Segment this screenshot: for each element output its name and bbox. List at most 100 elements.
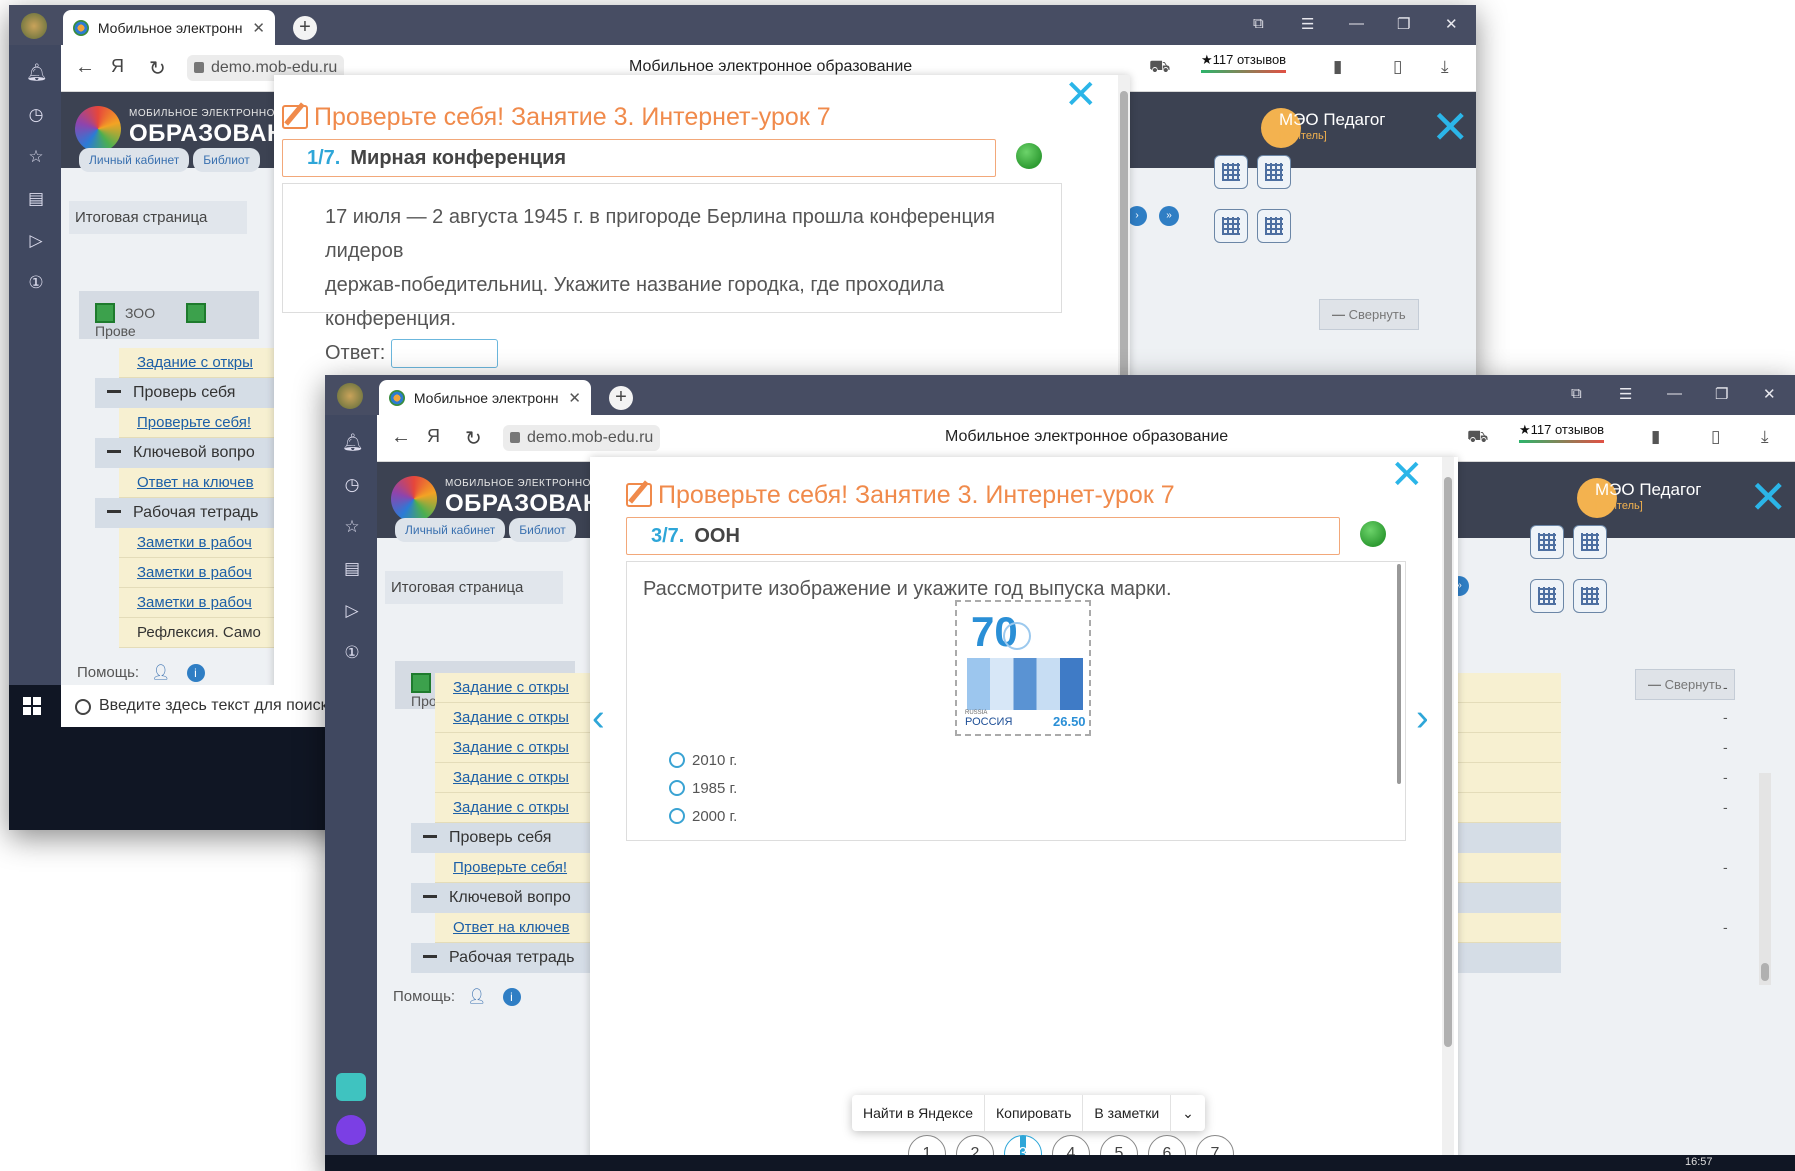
alice-icon[interactable] [336,1115,366,1145]
bookmark-icon[interactable]: ▮ [1651,427,1660,447]
radio-icon[interactable] [669,780,685,796]
next-arrow-icon[interactable]: › [1416,697,1429,740]
close-site-icon[interactable]: ✕ [1749,474,1788,520]
radio-icon[interactable] [669,808,685,824]
list-item-link[interactable]: Ответ на ключев [137,474,254,491]
history-icon[interactable]: ◷ [342,475,362,495]
collapse-button[interactable]: — Свернуть [1319,299,1419,330]
list-item-link[interactable]: Задание с откры [453,709,569,726]
person-icon[interactable]: 👤︎ [467,988,486,1005]
star-icon[interactable]: ☆ [342,517,362,537]
back-arrow-icon[interactable]: ← [391,426,411,449]
list-item-link[interactable]: Задание с откры [453,739,569,756]
play-icon[interactable]: ▷ [26,231,46,251]
collapse-minus-icon[interactable] [107,390,121,393]
download-icon[interactable]: ⤓ [1761,427,1769,447]
bell-icon[interactable]: 🔔︎ [26,63,48,83]
reviews-badge[interactable]: ★117 отзывов [1201,52,1287,73]
modal-scrollbar[interactable] [1442,457,1454,1171]
nav-dot-1[interactable]: › [1127,206,1147,226]
toolbar-button-4[interactable] [1257,209,1291,243]
close-modal-icon[interactable]: ✕ [1390,455,1424,495]
toolbar-button-3[interactable] [1530,579,1564,613]
reload-icon[interactable]: ↻ [465,426,482,451]
toolbar-button-1[interactable] [1530,525,1564,559]
new-tab-button[interactable]: + [293,16,317,40]
answer-option[interactable]: 2000 г. [669,808,737,825]
list-item-link[interactable]: Ответ на ключев [453,919,570,936]
close-tab-icon[interactable]: ✕ [252,19,265,37]
crumb-cabinet[interactable]: Личный кабинет [79,148,190,172]
collapse-minus-icon[interactable] [107,510,121,513]
list-item-link[interactable]: Заметки в рабоч [137,594,252,611]
minimize-icon[interactable]: — [1349,15,1364,32]
menu-icon[interactable]: ☰ [1301,15,1314,33]
list-item-link[interactable]: Задание с откры [453,769,569,786]
list-item-link[interactable]: Заметки в рабоч [137,534,252,551]
list-item-link[interactable]: Заметки в рабоч [137,564,252,581]
translate-icon[interactable]: ⛟ [1149,57,1170,79]
new-tab-button[interactable]: + [609,386,633,410]
profile-avatar[interactable] [21,13,47,39]
answer-option[interactable]: 1985 г. [669,780,737,797]
radio-icon[interactable] [669,752,685,768]
play-icon[interactable]: ▷ [342,601,362,621]
chevron-down-icon[interactable]: ⌄ [1171,1095,1205,1131]
collapse-minus-icon[interactable] [107,450,121,453]
final-page-field[interactable]: Итоговая страница [69,201,247,234]
info-icon[interactable]: i [186,664,205,682]
history-icon[interactable]: ◷ [26,105,46,125]
download-icon[interactable]: ⤓ [1441,57,1449,77]
toolbar-button-1[interactable] [1214,155,1248,189]
user-info[interactable]: МЭО Педагог [Учитель] [1595,480,1701,512]
tabs-icon[interactable]: ⧉ [1253,15,1264,32]
final-page-field[interactable]: Итоговая страница [385,571,563,604]
list-item[interactable]: Задание с откры [119,348,275,378]
scroll-thumb[interactable] [1397,564,1401,784]
list-item[interactable]: Ответ на ключев [119,468,275,498]
list-item[interactable]: Заметки в рабоч [119,558,275,588]
crumb-cabinet[interactable]: Личный кабинет [395,518,506,542]
list-item-link[interactable]: Проверьте себя! [453,859,567,876]
person-icon[interactable]: 👤︎ [151,664,170,681]
question-scrollbar[interactable] [1393,564,1405,788]
nav-dot-2[interactable]: » [1159,206,1179,226]
messenger-icon[interactable] [336,1073,366,1101]
toolbar-button-2[interactable] [1257,155,1291,189]
list-item[interactable]: Заметки в рабоч [119,588,275,618]
answer-option[interactable]: 2010 г. [669,752,737,769]
toolbar-button-3[interactable] [1214,209,1248,243]
scroll-thumb[interactable] [1444,477,1452,1047]
info-icon[interactable]: i [502,988,521,1006]
url-field[interactable]: demo.mob-edu.ru [503,425,661,451]
collections-icon[interactable]: ▤ [26,189,46,209]
list-item-link[interactable]: Задание с откры [137,354,253,371]
collapse-button[interactable]: — Свернуть [1635,669,1735,700]
collections-icon[interactable]: ▤ [342,559,362,579]
crumb-library[interactable]: Библиот [193,148,260,172]
close-window-icon[interactable]: ✕ [1763,385,1776,403]
close-modal-icon[interactable]: ✕ [1064,75,1098,115]
reload-icon[interactable]: ↻ [149,56,166,81]
translate-icon[interactable]: ⛟ [1467,427,1488,449]
star-icon[interactable]: ☆ [26,147,46,167]
toolbar-button-2[interactable] [1573,525,1607,559]
scroll-thumb[interactable] [1761,963,1769,981]
menu-item-find-yandex[interactable]: Найти в Яндексе [852,1095,986,1131]
list-item[interactable]: Заметки в рабоч [119,528,275,558]
counter-icon[interactable]: ① [342,643,362,663]
reviews-badge[interactable]: ★117 отзывов [1519,422,1605,443]
collapse-minus-icon[interactable] [423,895,437,898]
back-arrow-icon[interactable]: ← [75,56,95,79]
close-tab-icon[interactable]: ✕ [568,389,581,407]
user-info[interactable]: МЭО Педагог [Учитель] [1279,110,1385,142]
collapse-minus-icon[interactable] [423,955,437,958]
close-site-icon[interactable]: ✕ [1431,104,1470,150]
answer-input[interactable] [390,339,498,369]
prev-arrow-icon[interactable]: ‹ [592,697,605,740]
bell-icon[interactable]: 🔔︎ [342,433,364,453]
list-item-link[interactable]: Задание с откры [453,799,569,816]
toolbar-button-4[interactable] [1573,579,1607,613]
list-item-link[interactable]: Проверьте себя! [137,414,251,431]
reader-icon[interactable]: ▯ [1393,57,1402,77]
